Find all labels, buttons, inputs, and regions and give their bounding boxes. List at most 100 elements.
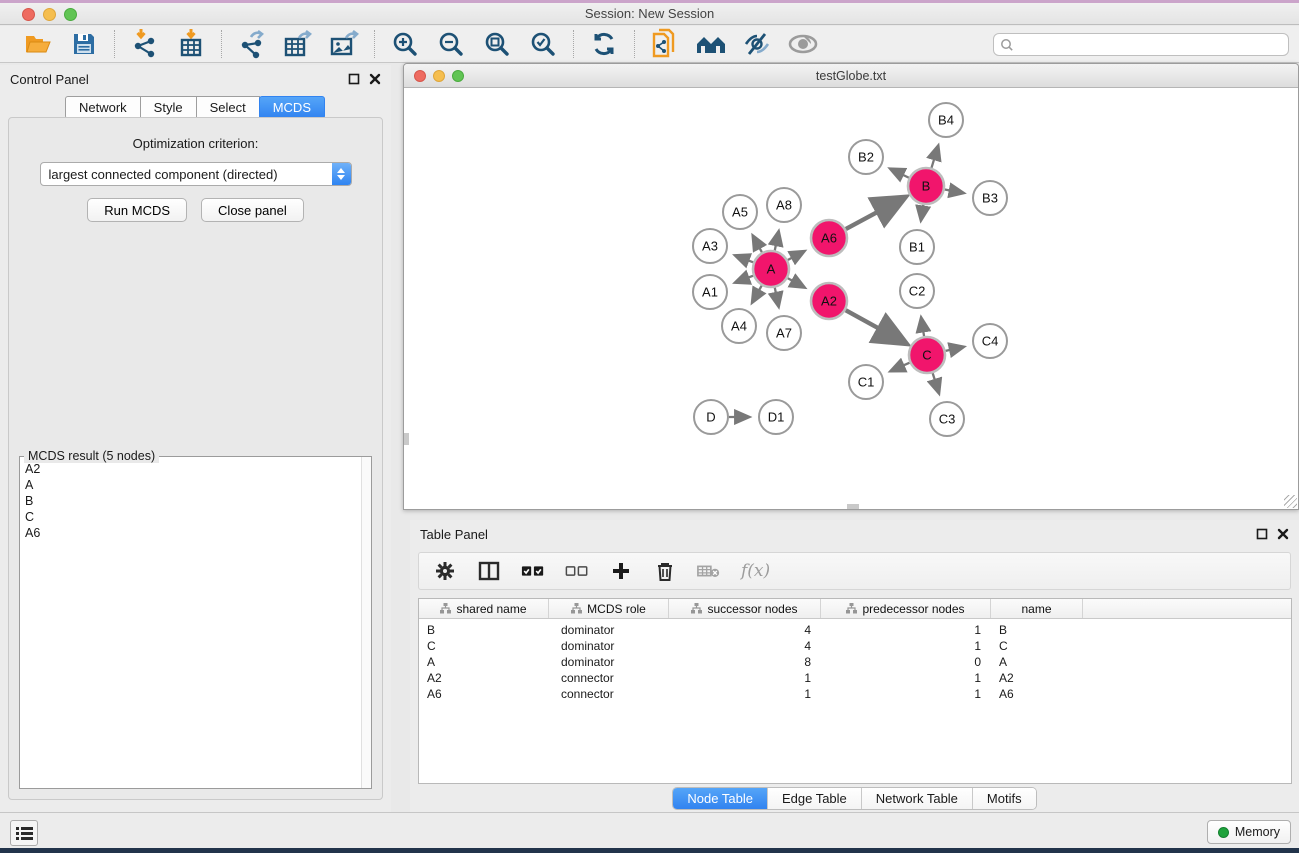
delete-column-icon[interactable] (653, 559, 677, 583)
table-row[interactable]: A2connector11A2 (419, 670, 1291, 686)
mcds-result-item[interactable]: A2 (21, 461, 360, 477)
show-columns-icon[interactable] (477, 559, 501, 583)
tab-style[interactable]: Style (140, 96, 197, 119)
edge-B-B4[interactable] (932, 146, 939, 168)
edge-C-C4[interactable] (946, 347, 964, 351)
node-label-A5: A5 (732, 205, 748, 220)
mcds-result-item[interactable]: C (21, 509, 360, 525)
deselect-all-icon[interactable] (565, 559, 589, 583)
network-horizontal-scroll-thumb[interactable] (847, 504, 859, 509)
export-image-icon[interactable] (328, 29, 360, 59)
main-toolbar (0, 26, 1299, 63)
edge-A-A3[interactable] (735, 256, 753, 263)
mcds-list-scrollbar[interactable] (361, 457, 371, 788)
node-label-A7: A7 (776, 326, 792, 341)
close-window-button[interactable] (22, 8, 35, 21)
tab-node-table[interactable]: Node Table (673, 788, 767, 809)
edge-B-B1[interactable] (921, 205, 923, 220)
delete-table-icon[interactable] (697, 559, 721, 583)
tab-network[interactable]: Network (65, 96, 141, 119)
close-panel-icon[interactable] (369, 73, 381, 85)
run-mcds-button[interactable]: Run MCDS (87, 198, 187, 222)
export-table-icon[interactable] (282, 29, 314, 59)
open-file-icon[interactable] (22, 29, 54, 59)
table-cell-predecessor-nodes: 1 (821, 639, 991, 653)
edge-C-C1[interactable] (891, 363, 910, 371)
network-close-button[interactable] (414, 70, 426, 82)
node-label-A1: A1 (702, 285, 718, 300)
edge-C-C3[interactable] (933, 373, 939, 393)
edge-C-C2[interactable] (921, 318, 924, 337)
edge-A-A8[interactable] (775, 231, 779, 250)
close-panel-button[interactable]: Close panel (201, 198, 304, 222)
window-resize-grip[interactable] (1284, 495, 1297, 508)
tab-motifs[interactable]: Motifs (972, 788, 1036, 809)
zoom-selected-icon[interactable] (527, 29, 559, 59)
network-canvas[interactable]: B4B2BB3A5A8A6B1A3AA1C2A4A7A2CC4C1C3DD1 (404, 88, 1298, 509)
table-cell-predecessor-nodes: 1 (821, 671, 991, 685)
tab-select[interactable]: Select (196, 96, 260, 119)
column-header-mcds-role[interactable]: MCDS role (549, 599, 669, 618)
edge-A-A6[interactable] (788, 251, 805, 260)
node-label-C1: C1 (858, 375, 875, 390)
edge-A-A5[interactable] (753, 236, 762, 253)
memory-button[interactable]: Memory (1207, 820, 1291, 844)
table-row[interactable]: Bdominator41B (419, 622, 1291, 638)
refresh-icon[interactable] (588, 29, 620, 59)
table-row[interactable]: Cdominator41C (419, 638, 1291, 654)
edge-B-B2[interactable] (890, 169, 909, 178)
edge-B-B3[interactable] (945, 190, 964, 194)
network-window-titlebar[interactable]: testGlobe.txt (404, 64, 1298, 88)
zoom-out-icon[interactable] (435, 29, 467, 59)
close-panel-icon[interactable] (1277, 528, 1289, 540)
hide-selected-icon[interactable] (741, 29, 773, 59)
export-network-icon[interactable] (236, 29, 268, 59)
edge-A-A7[interactable] (775, 288, 779, 307)
new-network-from-selection-icon[interactable] (649, 29, 681, 59)
edge-A-A4[interactable] (752, 286, 761, 303)
edge-A6-B[interactable] (846, 197, 905, 229)
float-panel-icon[interactable] (348, 73, 360, 85)
edge-A2-C[interactable] (846, 310, 906, 343)
float-panel-icon[interactable] (1256, 528, 1268, 540)
node-label-B1: B1 (909, 240, 925, 255)
mcds-result-item[interactable]: A (21, 477, 360, 493)
save-session-icon[interactable] (68, 29, 100, 59)
tab-edge-table[interactable]: Edge Table (767, 788, 861, 809)
network-vertical-scroll-thumb[interactable] (404, 433, 409, 445)
first-neighbors-icon[interactable] (695, 29, 727, 59)
node-label-B: B (922, 179, 931, 194)
mcds-result-list[interactable]: A2ABCA6 (21, 461, 360, 787)
zoom-fit-icon[interactable] (481, 29, 513, 59)
table-options-icon[interactable] (433, 559, 457, 583)
tab-network-table[interactable]: Network Table (861, 788, 972, 809)
node-label-C4: C4 (982, 334, 999, 349)
select-all-icon[interactable] (521, 559, 545, 583)
zoom-window-button[interactable] (64, 8, 77, 21)
tab-mcds[interactable]: MCDS (259, 96, 325, 119)
criterion-dropdown[interactable]: largest connected component (directed) (40, 162, 352, 186)
search-input[interactable] (1014, 38, 1288, 52)
node-label-A8: A8 (776, 198, 792, 213)
column-header-successor-nodes[interactable]: successor nodes (669, 599, 821, 618)
search-field[interactable] (993, 33, 1289, 56)
edge-A-A2[interactable] (788, 278, 805, 287)
network-zoom-button[interactable] (452, 70, 464, 82)
column-header-name[interactable]: name (991, 599, 1083, 618)
edge-A-A1[interactable] (735, 276, 753, 283)
zoom-in-icon[interactable] (389, 29, 421, 59)
show-all-icon[interactable] (787, 29, 819, 59)
column-header-predecessor-nodes[interactable]: predecessor nodes (821, 599, 991, 618)
mcds-result-item[interactable]: B (21, 493, 360, 509)
import-network-icon[interactable] (129, 29, 161, 59)
show-log-button[interactable] (10, 820, 38, 846)
table-row[interactable]: Adominator80A (419, 654, 1291, 670)
minimize-window-button[interactable] (43, 8, 56, 21)
table-row[interactable]: A6connector11A6 (419, 686, 1291, 702)
network-minimize-button[interactable] (433, 70, 445, 82)
create-column-icon[interactable] (609, 559, 633, 583)
function-builder-icon[interactable]: f(x) (741, 559, 770, 583)
column-header-shared-name[interactable]: shared name (419, 599, 549, 618)
import-table-icon[interactable] (175, 29, 207, 59)
mcds-result-item[interactable]: A6 (21, 525, 360, 541)
